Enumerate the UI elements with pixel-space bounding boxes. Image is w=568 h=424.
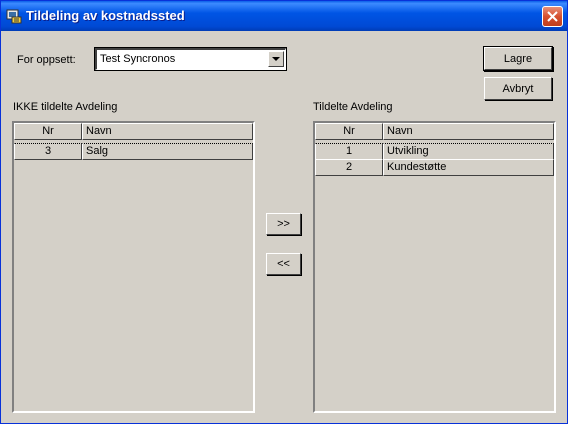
row-nr[interactable]: 2 — [315, 159, 383, 176]
cancel-button-label: Avbryt — [502, 82, 534, 95]
app-icon — [6, 9, 22, 24]
move-right-button[interactable]: >> — [266, 213, 301, 235]
column-header-nr[interactable]: Nr — [315, 123, 383, 140]
move-left-button[interactable]: << — [266, 253, 301, 275]
setup-label: For oppsett: — [17, 54, 76, 66]
row-nr[interactable]: 3 — [14, 143, 82, 160]
save-button[interactable]: Lagre — [484, 47, 552, 70]
move-left-label: << — [277, 258, 290, 270]
window-title: Tildeling av kostnadssted — [26, 8, 185, 23]
setup-dropdown-value: Test Syncronos — [100, 53, 176, 65]
save-button-label: Lagre — [503, 52, 533, 65]
dropdown-button[interactable] — [268, 51, 284, 67]
row-name[interactable]: Salg — [82, 143, 253, 160]
dialog-client: For oppsett: Test Syncronos Lagre Avbryt… — [4, 31, 565, 422]
setup-dropdown[interactable]: Test Syncronos — [95, 48, 286, 70]
column-header-name[interactable]: Navn — [383, 123, 554, 140]
table-row[interactable]: 1 Utvikling — [315, 143, 554, 160]
row-name[interactable]: Kundestøtte — [383, 159, 554, 176]
unassigned-header-row: Nr Navn — [14, 123, 253, 140]
assigned-grid[interactable]: Nr Navn 1 Utvikling 2 Kundestøtte — [313, 121, 556, 413]
chevron-down-icon — [272, 57, 280, 61]
row-name[interactable]: Utvikling — [383, 143, 554, 160]
unassigned-grid[interactable]: Nr Navn 3 Salg — [12, 121, 255, 413]
assigned-heading: Tildelte Avdeling — [313, 101, 393, 113]
assigned-header-row: Nr Navn — [315, 123, 554, 140]
column-header-nr[interactable]: Nr — [14, 123, 82, 140]
cancel-button[interactable]: Avbryt — [484, 77, 552, 100]
close-button[interactable] — [542, 6, 563, 27]
unassigned-heading: IKKE tildelte Avdeling — [13, 101, 118, 113]
row-nr[interactable]: 1 — [315, 143, 383, 160]
table-row[interactable]: 2 Kundestøtte — [315, 159, 554, 176]
dialog-window: Tildeling av kostnadssted For oppsett: T… — [0, 0, 568, 424]
title-bar[interactable]: Tildeling av kostnadssted — [1, 1, 567, 31]
table-row[interactable]: 3 Salg — [14, 143, 253, 160]
move-right-label: >> — [277, 218, 290, 230]
close-icon — [547, 11, 558, 22]
column-header-name[interactable]: Navn — [82, 123, 253, 140]
